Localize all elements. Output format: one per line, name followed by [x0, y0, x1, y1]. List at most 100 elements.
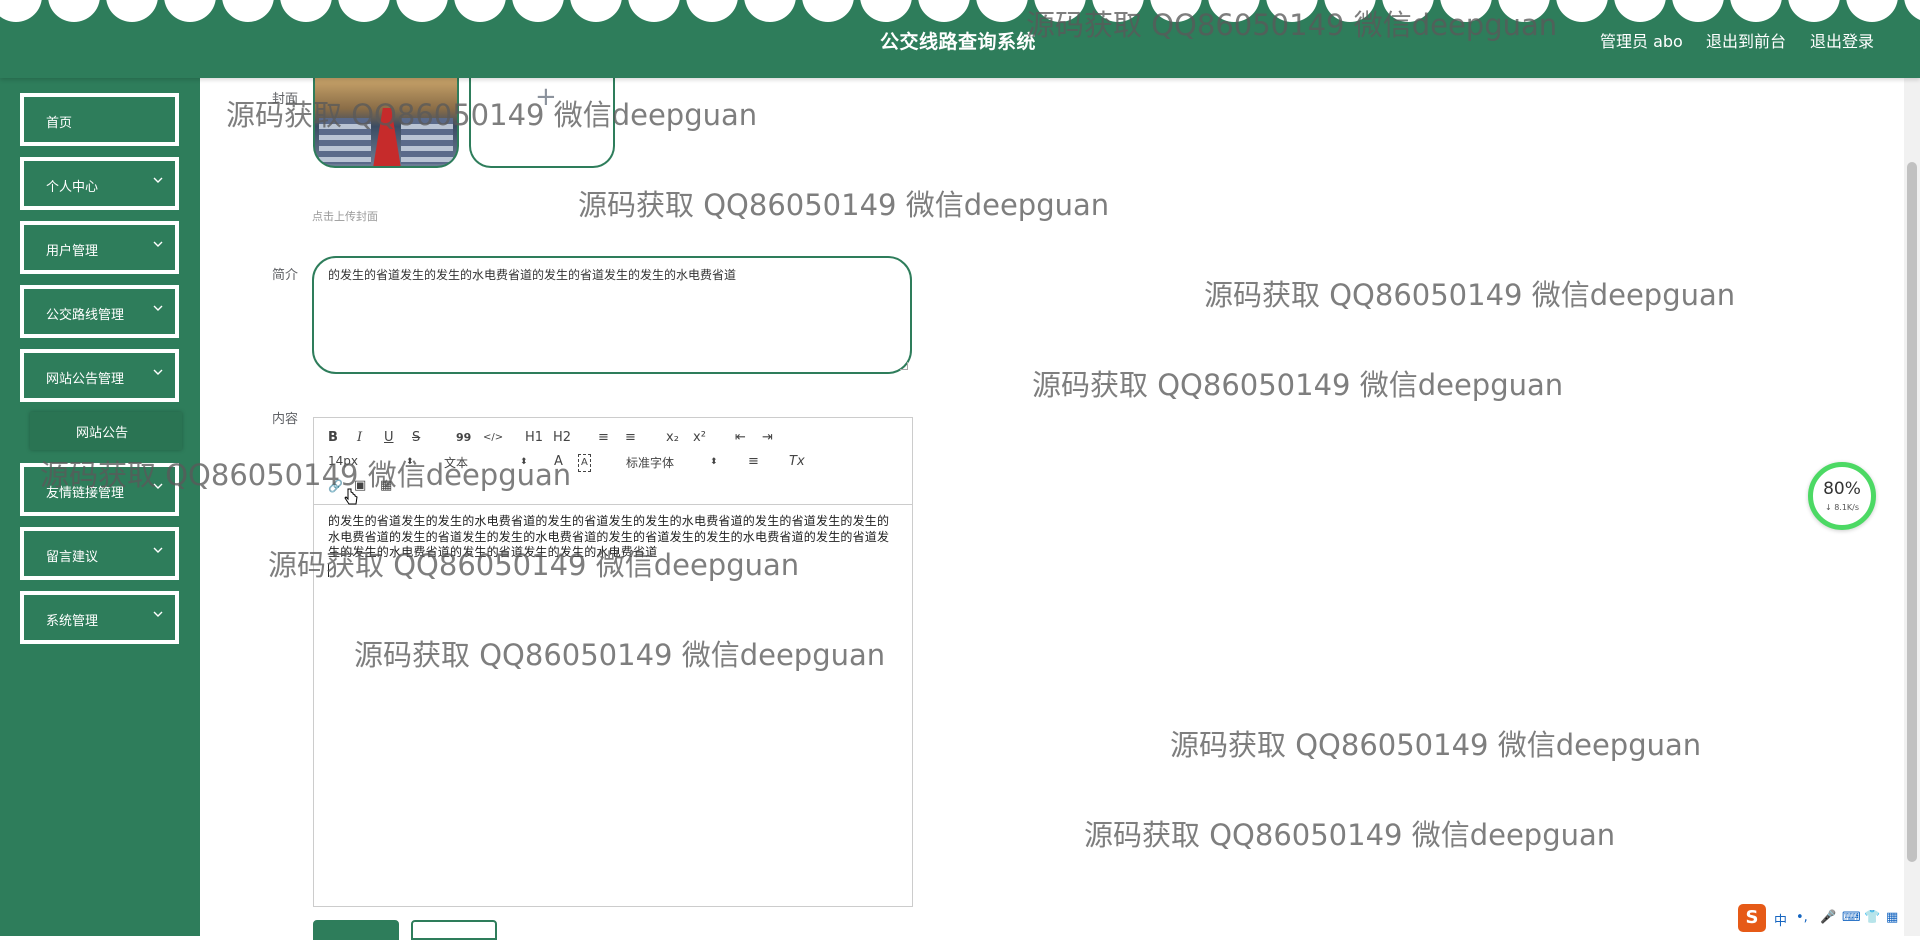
sidebar-item-notice-management[interactable]: 网站公告管理: [20, 349, 179, 402]
blockquote-icon[interactable]: 99: [456, 430, 471, 446]
font-color-icon[interactable]: A: [554, 454, 563, 470]
header-scallop: [1034, 0, 1086, 22]
video-icon[interactable]: ▦: [380, 478, 392, 494]
sidebar-item-label: 用户管理: [46, 244, 99, 259]
italic-icon[interactable]: I: [357, 430, 362, 446]
heading1-icon[interactable]: H1: [525, 430, 543, 446]
sidebar-item-label: 首页: [46, 116, 73, 131]
sidebar-item-home[interactable]: 首页: [20, 93, 179, 146]
header-scallop: [106, 0, 158, 22]
sogou-ime-icon[interactable]: S: [1738, 904, 1766, 932]
header-scallop: [164, 0, 216, 22]
select-arrow-icon: ⬍: [710, 457, 718, 467]
scrollbar-thumb[interactable]: [1907, 162, 1917, 862]
background-color-icon[interactable]: A: [578, 454, 591, 472]
ordered-list-icon[interactable]: ≡: [598, 430, 609, 446]
header-scallop: [918, 0, 970, 22]
header-scallop: [1324, 0, 1376, 22]
header-scallop: [0, 0, 42, 22]
microphone-icon[interactable]: 🎤: [1820, 910, 1836, 925]
underline-icon[interactable]: U: [384, 430, 394, 446]
heading2-icon[interactable]: H2: [553, 430, 571, 446]
code-block-icon[interactable]: </>: [483, 430, 503, 446]
sidebar-subitem-label: 网站公告: [76, 426, 129, 441]
header-scallop: [1788, 0, 1840, 22]
header-scallop: [454, 0, 506, 22]
link-icon[interactable]: 🔗: [328, 478, 343, 494]
header-scallop: [686, 0, 738, 22]
sidebar: 首页 个人中心 用户管理 公交路线管理 网站公告管理 网站公告 友情链接管理 留…: [0, 78, 200, 936]
plus-icon: +: [535, 82, 557, 112]
chevron-down-icon: [153, 611, 163, 617]
text-style-select[interactable]: 文本: [444, 454, 468, 471]
sidebar-item-label: 个人中心: [46, 180, 99, 195]
cover-upload-button[interactable]: +: [469, 78, 615, 168]
header-scallop: [1846, 0, 1898, 22]
back-to-front-link[interactable]: 退出到前台: [1706, 28, 1786, 52]
ime-toolbar: S 中 •, 🎤 ⌨ 👕 ▦: [1736, 904, 1916, 932]
sidebar-item-bus-route-management[interactable]: 公交路线管理: [20, 285, 179, 338]
text-caret: [328, 563, 329, 577]
top-navbar: 公交线路查询系统 管理员 abo 退出到前台 退出登录: [0, 0, 1920, 78]
cover-image[interactable]: [313, 78, 459, 168]
header-scallop: [976, 0, 1028, 22]
sidebar-subitem-notice[interactable]: 网站公告: [30, 412, 182, 450]
resize-handle-icon[interactable]: [900, 362, 908, 370]
align-icon[interactable]: ≡: [748, 454, 759, 470]
strikethrough-icon[interactable]: S: [412, 430, 420, 446]
admin-user-label[interactable]: 管理员 abo: [1600, 28, 1683, 52]
sidebar-item-label: 网站公告管理: [46, 372, 125, 387]
editor-content-area[interactable]: 的发生的省道发生的发生的水电费省道的发生的省道发生的发生的水电费省道的发生的省道…: [328, 514, 900, 581]
ime-menu-icon[interactable]: ▦: [1886, 910, 1898, 925]
header-scallop: [338, 0, 390, 22]
subscript-icon[interactable]: x₂: [666, 430, 679, 446]
bullet-list-icon[interactable]: ≡: [625, 430, 636, 446]
indent-icon[interactable]: ⇥: [762, 430, 773, 446]
ime-language-toggle[interactable]: 中: [1774, 910, 1787, 929]
network-speed-widget[interactable]: 80% ↓ 8.1K/s: [1808, 462, 1876, 530]
sidebar-item-friend-links[interactable]: 友情链接管理: [20, 463, 179, 516]
header-scallop: [1672, 0, 1724, 22]
ime-punctuation-icon[interactable]: •,: [1796, 910, 1808, 925]
editor-toolbar: B I U S 99 </> H1 H2 ≡ ≡ x₂ x² ⇤ ⇥ 14px …: [314, 418, 912, 505]
header-scallop: [1440, 0, 1492, 22]
logout-link[interactable]: 退出登录: [1810, 28, 1874, 52]
sidebar-item-label: 友情链接管理: [46, 486, 125, 501]
sidebar-item-personal-center[interactable]: 个人中心: [20, 157, 179, 210]
summary-textarea[interactable]: 的发生的省道发生的发生的水电费省道的发生的省道发生的发生的水电费省道: [312, 256, 912, 374]
select-arrow-icon: ⬍: [406, 457, 414, 467]
keyboard-icon[interactable]: ⌨: [1842, 910, 1861, 925]
cover-image-aisle: [373, 108, 401, 166]
font-size-select[interactable]: 14px: [328, 454, 358, 468]
content-label: 内容: [272, 412, 299, 427]
header-scallop: [222, 0, 274, 22]
clear-format-icon[interactable]: Tx: [789, 454, 805, 470]
header-scallop: [1614, 0, 1666, 22]
sidebar-item-system-management[interactable]: 系统管理: [20, 591, 179, 644]
header-scallop: [1904, 0, 1920, 22]
outdent-icon[interactable]: ⇤: [735, 430, 746, 446]
header-scallop: [1730, 0, 1782, 22]
chevron-down-icon: [153, 483, 163, 489]
speed-percent: 80%: [1823, 479, 1861, 499]
page-scrollbar[interactable]: [1904, 78, 1920, 936]
chevron-down-icon: [153, 369, 163, 375]
chevron-down-icon: [153, 241, 163, 247]
header-scallop: [1382, 0, 1434, 22]
header-scallop: [396, 0, 448, 22]
header-scallop: [512, 0, 564, 22]
font-family-select[interactable]: 标准字体: [626, 454, 674, 471]
header-scallop-decoration: [0, 0, 1920, 28]
bold-icon[interactable]: B: [328, 430, 338, 446]
select-arrow-icon: ⬍: [520, 457, 528, 467]
submit-button[interactable]: [313, 920, 399, 940]
superscript-icon[interactable]: x²: [693, 430, 706, 446]
chevron-down-icon: [153, 547, 163, 553]
header-scallop: [1092, 0, 1144, 22]
sidebar-item-user-management[interactable]: 用户管理: [20, 221, 179, 274]
editor-content-text: 的发生的省道发生的发生的水电费省道的发生的省道发生的发生的水电费省道的发生的省道…: [328, 514, 890, 559]
skin-icon[interactable]: 👕: [1864, 910, 1880, 925]
hand-cursor-icon: [344, 488, 358, 505]
sidebar-item-feedback[interactable]: 留言建议: [20, 527, 179, 580]
cancel-button[interactable]: [411, 920, 497, 940]
